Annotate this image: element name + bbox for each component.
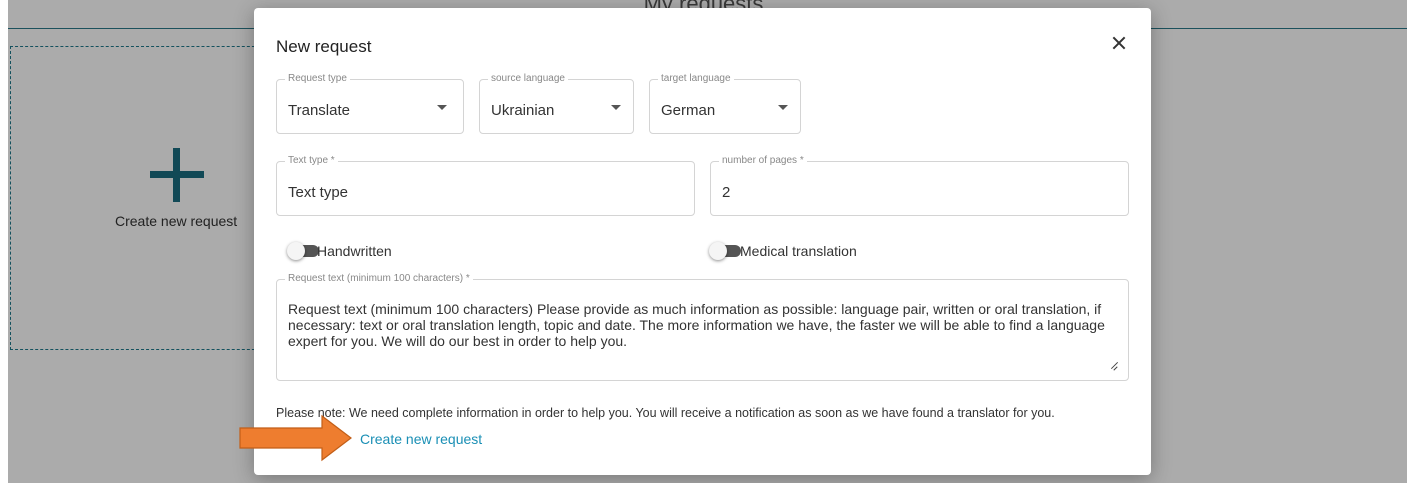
target-language-label: target language [658, 73, 734, 85]
handwritten-label: Handwritten [317, 243, 392, 259]
number-of-pages-label: number of pages * [719, 155, 807, 167]
request-text-textarea[interactable]: Request text (minimum 100 characters) * … [276, 273, 1129, 381]
dialog-title: New request [276, 37, 372, 56]
request-type-select[interactable]: Request type Translate [276, 73, 464, 134]
dropdown-arrow-icon [611, 105, 621, 110]
request-text-label: Request text (minimum 100 characters) * [285, 273, 473, 285]
annotation-arrow-icon [239, 414, 352, 462]
source-language-value: Ukrainian [491, 102, 555, 119]
new-request-dialog: New request Request type Translate sourc… [254, 8, 1151, 475]
medical-translation-label: Medical translation [740, 243, 857, 259]
target-language-select[interactable]: target language German [649, 73, 801, 134]
handwritten-toggle[interactable] [287, 242, 321, 260]
source-language-select[interactable]: source language Ukrainian [479, 73, 634, 134]
dropdown-arrow-icon [778, 105, 788, 110]
resize-handle-icon[interactable] [1110, 362, 1118, 370]
request-text-value: Request text (minimum 100 characters) Pl… [288, 301, 1105, 349]
close-icon[interactable] [1109, 33, 1129, 53]
request-type-label: Request type [285, 73, 350, 85]
number-of-pages-value: 2 [722, 184, 731, 201]
text-type-input[interactable]: Text type * Text type [276, 155, 695, 216]
text-type-value: Text type [288, 184, 349, 201]
info-note: Please note: We need complete informatio… [276, 406, 1055, 420]
create-request-button[interactable]: Create new request [360, 431, 482, 447]
medical-translation-toggle[interactable] [709, 242, 743, 260]
text-type-label: Text type * [285, 155, 338, 167]
number-of-pages-input[interactable]: number of pages * 2 [710, 155, 1129, 216]
target-language-value: German [661, 102, 716, 119]
dropdown-arrow-icon [437, 105, 447, 110]
source-language-label: source language [488, 73, 568, 85]
request-type-value: Translate [288, 102, 350, 119]
